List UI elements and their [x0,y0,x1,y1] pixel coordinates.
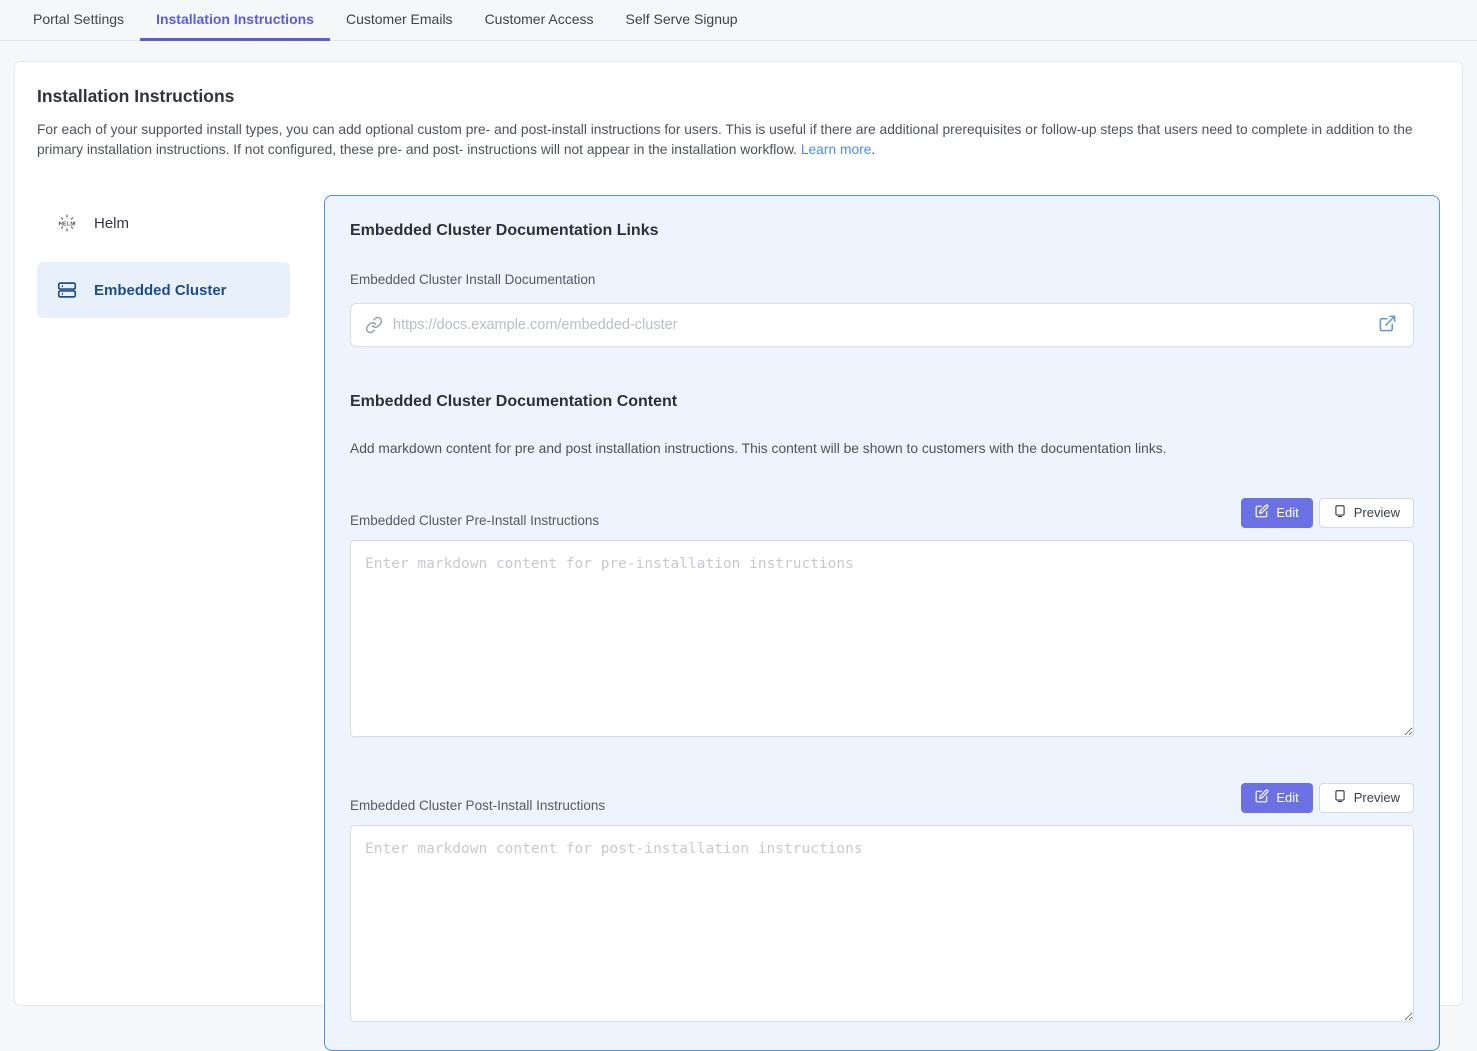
page-title: Installation Instructions [37,86,1440,107]
post-install-label: Embedded Cluster Post-Install Instructio… [350,798,605,813]
post-install-edit-button[interactable]: Edit [1241,783,1312,813]
preview-button-label: Preview [1354,790,1400,806]
documentation-content-description: Add markdown content for pre and post in… [350,441,1414,456]
post-install-mode-toggle: Edit Preview [1241,783,1414,813]
preview-button-label: Preview [1354,505,1400,521]
helm-icon: HELM [56,212,78,234]
installation-instructions-card: Installation Instructions For each of yo… [14,61,1463,1006]
post-install-markdown-textarea[interactable] [350,825,1414,1022]
page-description: For each of your supported install types… [37,120,1440,160]
tab-portal-settings[interactable]: Portal Settings [17,0,140,41]
documentation-content-heading: Embedded Cluster Documentation Content [350,393,1414,411]
tab-customer-emails[interactable]: Customer Emails [330,0,469,41]
pre-install-mode-toggle: Edit Preview [1241,498,1414,528]
sidebar-item-label: Embedded Cluster [94,282,227,299]
install-type-nav: HELM Helm Embedded Cluster [37,195,290,329]
svg-text:HELM: HELM [59,221,76,227]
tab-customer-access[interactable]: Customer Access [469,0,610,41]
pre-install-preview-button[interactable]: Preview [1319,498,1414,528]
learn-more-suffix: . [871,142,875,157]
chain-link-icon [365,316,383,334]
install-documentation-url-input[interactable] [393,317,1376,333]
pre-install-markdown-textarea[interactable] [350,540,1414,737]
pre-install-label: Embedded Cluster Pre-Install Instruction… [350,513,599,528]
pre-install-label-row: Embedded Cluster Pre-Install Instruction… [350,498,1414,528]
open-external-link-button[interactable] [1376,312,1399,338]
install-documentation-label: Embedded Cluster Install Documentation [350,272,1414,287]
preview-book-icon [1333,504,1347,522]
learn-more-link[interactable]: Learn more [801,142,872,157]
post-install-preview-button[interactable]: Preview [1319,783,1414,813]
edit-button-label: Edit [1276,505,1298,521]
preview-book-icon [1333,789,1347,807]
external-link-icon [1378,314,1397,336]
sidebar-item-label: Helm [94,215,129,232]
sidebar-item-helm[interactable]: HELM Helm [37,195,290,251]
install-documentation-url-field [350,303,1414,347]
settings-tabbar: Portal Settings Installation Instruction… [0,0,1477,41]
post-install-label-row: Embedded Cluster Post-Install Instructio… [350,783,1414,813]
content-row: HELM Helm Embedded Cluster [37,195,1440,1051]
edit-pencil-icon [1255,504,1269,522]
server-stack-icon [56,279,78,301]
edit-pencil-icon [1255,789,1269,807]
pre-install-edit-button[interactable]: Edit [1241,498,1312,528]
page-description-text: For each of your supported install types… [37,122,1413,157]
documentation-links-heading: Embedded Cluster Documentation Links [350,222,1414,240]
sidebar-item-embedded-cluster[interactable]: Embedded Cluster [37,262,290,318]
edit-button-label: Edit [1276,790,1298,806]
tab-self-serve-signup[interactable]: Self Serve Signup [610,0,754,41]
embedded-cluster-panel: Embedded Cluster Documentation Links Emb… [324,195,1440,1051]
tab-installation-instructions[interactable]: Installation Instructions [140,0,330,41]
